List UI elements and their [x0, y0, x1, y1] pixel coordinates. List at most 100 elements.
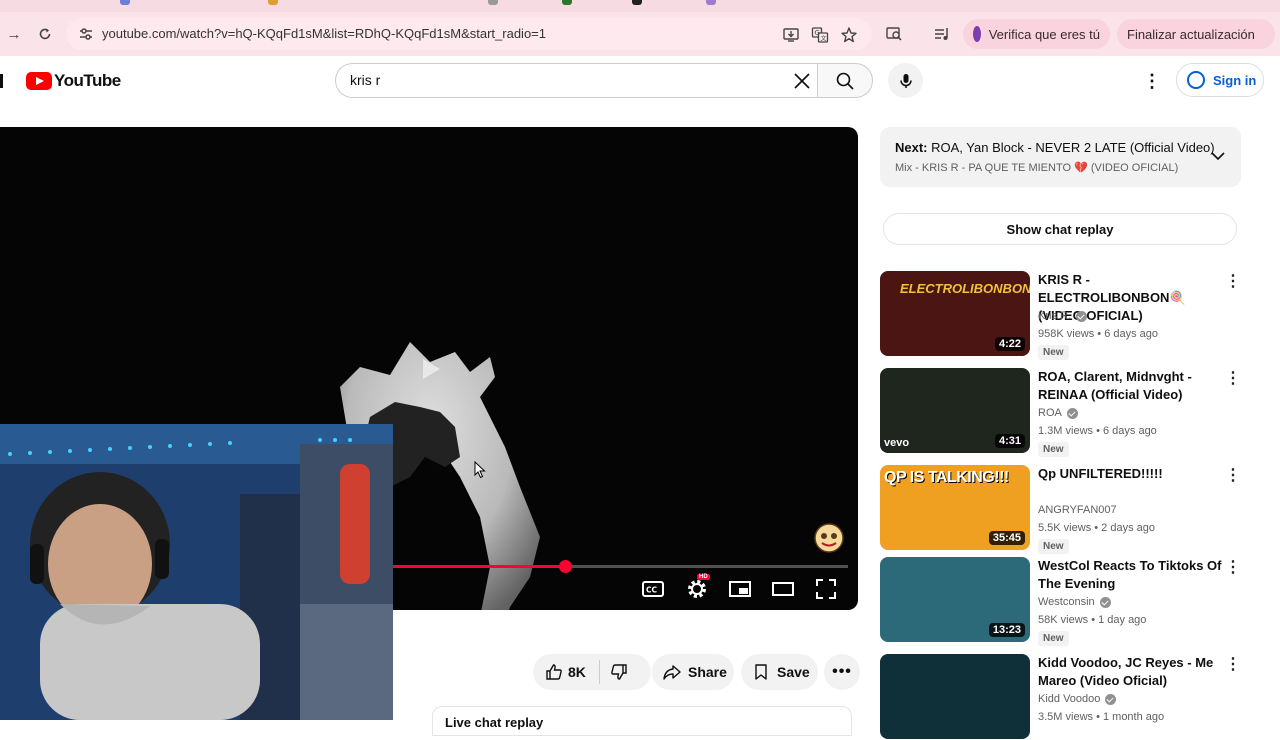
channel-name[interactable]: Kidd Voodoo: [1038, 693, 1117, 705]
miniplayer-icon[interactable]: [728, 577, 752, 601]
menu-icon[interactable]: [0, 74, 3, 88]
tab-favicon[interactable]: [488, 0, 498, 5]
update-pill-label: Finalizar actualización: [1127, 26, 1255, 42]
more-vertical-icon[interactable]: ⋮: [1224, 656, 1242, 674]
svg-text:文: 文: [821, 35, 827, 43]
recommendation-item[interactable]: Kidd Voodoo, JC Reyes - Me Mareo (Video …: [880, 654, 1242, 740]
verified-badge-icon: [1099, 596, 1111, 608]
settings-gear-icon[interactable]: HD: [685, 574, 710, 601]
profile-pill-label: Verifica que eres tú: [988, 26, 1100, 42]
webcam-overlay: [0, 424, 393, 720]
youtube-logo[interactable]: YouTube: [26, 71, 121, 91]
captions-icon[interactable]: CC: [641, 577, 665, 601]
hd-badge: HD: [697, 574, 710, 580]
channel-name-text: ANGRYFAN007: [1038, 504, 1117, 516]
media-control-icon[interactable]: [930, 22, 954, 46]
tab-favicon[interactable]: [562, 0, 572, 5]
video-title[interactable]: Qp UNFILTERED!!!!!: [1038, 465, 1222, 483]
video-meta: 5.5K views • 2 days ago: [1038, 522, 1155, 534]
like-divider: [599, 660, 600, 684]
profile-pill[interactable]: Verifica que eres tú: [963, 19, 1110, 49]
new-badge: New: [1038, 631, 1069, 646]
like-dislike-group: 8K: [533, 654, 651, 690]
show-chat-replay-button[interactable]: Show chat replay: [883, 213, 1237, 245]
tab-favicon[interactable]: [120, 0, 130, 5]
update-pill[interactable]: Finalizar actualización: [1117, 19, 1275, 49]
up-next-title-line: Next: ROA, Yan Block - NEVER 2 LATE (Off…: [895, 140, 1215, 155]
microphone-icon: [899, 73, 912, 88]
video-title[interactable]: ROA, Clarent, Midnvght - REINAA (Officia…: [1038, 368, 1222, 404]
video-meta: 1.3M views • 6 days ago: [1038, 425, 1157, 437]
recommendation-item[interactable]: 13:23 WestCol Reacts To Tiktoks Of The Ev…: [880, 557, 1242, 646]
tab-favicon[interactable]: [632, 0, 642, 5]
chevron-down-icon[interactable]: [1209, 147, 1227, 165]
more-vertical-icon[interactable]: ⋮: [1224, 273, 1242, 291]
recommendation-item[interactable]: vevo 4:31 ROA, Clarent, Midnvght - REINAA …: [880, 368, 1242, 457]
video-title[interactable]: Kidd Voodoo, JC Reyes - Me Mareo (Video …: [1038, 654, 1222, 690]
like-icon[interactable]: [545, 663, 563, 684]
video-meta: 58K views • 1 day ago: [1038, 614, 1147, 626]
save-label: Save: [777, 664, 810, 680]
progress-bar[interactable]: [392, 560, 848, 573]
channel-name[interactable]: Westconsin: [1038, 596, 1111, 608]
new-badge: New: [1038, 539, 1069, 554]
tab-favicon[interactable]: [706, 0, 716, 5]
channel-watermark-icon[interactable]: [812, 522, 846, 554]
sign-in-button[interactable]: Sign in: [1176, 63, 1264, 97]
address-bar[interactable]: youtube.com/watch?v=hQ-KQqFd1sM&list=RDh…: [66, 18, 872, 50]
more-horizontal-icon: •••: [832, 663, 852, 680]
like-count[interactable]: 8K: [568, 664, 586, 680]
reload-icon[interactable]: [33, 22, 57, 46]
recommendation-item[interactable]: ELECTROLIBONBON 4:22 KRIS R - ELECTROLIBON…: [880, 271, 1242, 360]
tab-favicon[interactable]: [268, 0, 278, 5]
verified-badge-icon: [1066, 407, 1078, 419]
search-button[interactable]: [817, 63, 873, 98]
video-meta: 3.5M views • 1 month ago: [1038, 711, 1165, 723]
dislike-icon[interactable]: [610, 663, 628, 684]
lens-search-icon[interactable]: [882, 22, 906, 46]
channel-name-text: Kris R.: [1038, 310, 1071, 322]
save-bookmark-icon: [753, 663, 769, 684]
share-button[interactable]: Share: [652, 654, 734, 690]
search-input[interactable]: [350, 72, 770, 88]
more-actions-button[interactable]: •••: [824, 654, 860, 690]
up-next-card[interactable]: Next: ROA, Yan Block - NEVER 2 LATE (Off…: [880, 127, 1241, 187]
share-icon: [662, 663, 682, 684]
forward-icon[interactable]: →: [2, 22, 26, 46]
share-label: Share: [688, 664, 727, 680]
video-thumbnail[interactable]: ELECTROLIBONBON 4:22: [880, 271, 1030, 356]
channel-name[interactable]: ROA: [1038, 407, 1078, 419]
site-settings-icon[interactable]: [78, 26, 94, 42]
verified-badge-icon: [1076, 310, 1087, 322]
install-app-icon[interactable]: [782, 26, 800, 44]
channel-name[interactable]: Kris R.: [1038, 310, 1087, 322]
profile-icon: [973, 26, 981, 42]
more-vertical-icon[interactable]: ⋮: [1224, 467, 1242, 485]
save-button[interactable]: Save: [741, 654, 818, 690]
video-thumbnail[interactable]: [880, 654, 1030, 739]
fullscreen-icon[interactable]: [814, 577, 838, 601]
more-vertical-icon[interactable]: ⋮: [1224, 559, 1242, 577]
video-thumbnail[interactable]: 13:23: [880, 557, 1030, 642]
video-title[interactable]: WestCol Reacts To Tiktoks Of The Evening: [1038, 557, 1222, 593]
play-icon[interactable]: [420, 358, 442, 380]
channel-name-text: ROA: [1038, 407, 1062, 419]
search-box[interactable]: [335, 63, 818, 98]
clear-search-icon[interactable]: [792, 71, 812, 91]
thumbnail-text: ELECTROLIBONBON: [900, 281, 1030, 296]
video-duration: 35:45: [988, 531, 1025, 545]
voice-search-button[interactable]: [888, 63, 923, 98]
bookmark-star-icon[interactable]: [840, 26, 858, 44]
video-thumbnail[interactable]: vevo 4:31: [880, 368, 1030, 453]
more-vertical-icon[interactable]: ⋮: [1224, 370, 1242, 388]
url-text[interactable]: youtube.com/watch?v=hQ-KQqFd1sM&list=RDh…: [102, 26, 546, 41]
video-thumbnail[interactable]: QP IS TALKING!!! 35:45: [880, 465, 1030, 550]
channel-name[interactable]: ANGRYFAN007: [1038, 504, 1117, 516]
thumbnail-text: vevo: [884, 437, 910, 449]
youtube-header: YouTube ⋮ Sign in: [0, 56, 1280, 106]
translate-icon[interactable]: G文: [811, 26, 829, 44]
settings-more-icon[interactable]: ⋮: [1140, 69, 1164, 93]
video-duration: 13:23: [988, 623, 1025, 637]
recommendation-item[interactable]: QP IS TALKING!!! 35:45 Qp UNFILTERED!!!!! A…: [880, 465, 1242, 554]
theater-mode-icon[interactable]: [771, 577, 795, 601]
